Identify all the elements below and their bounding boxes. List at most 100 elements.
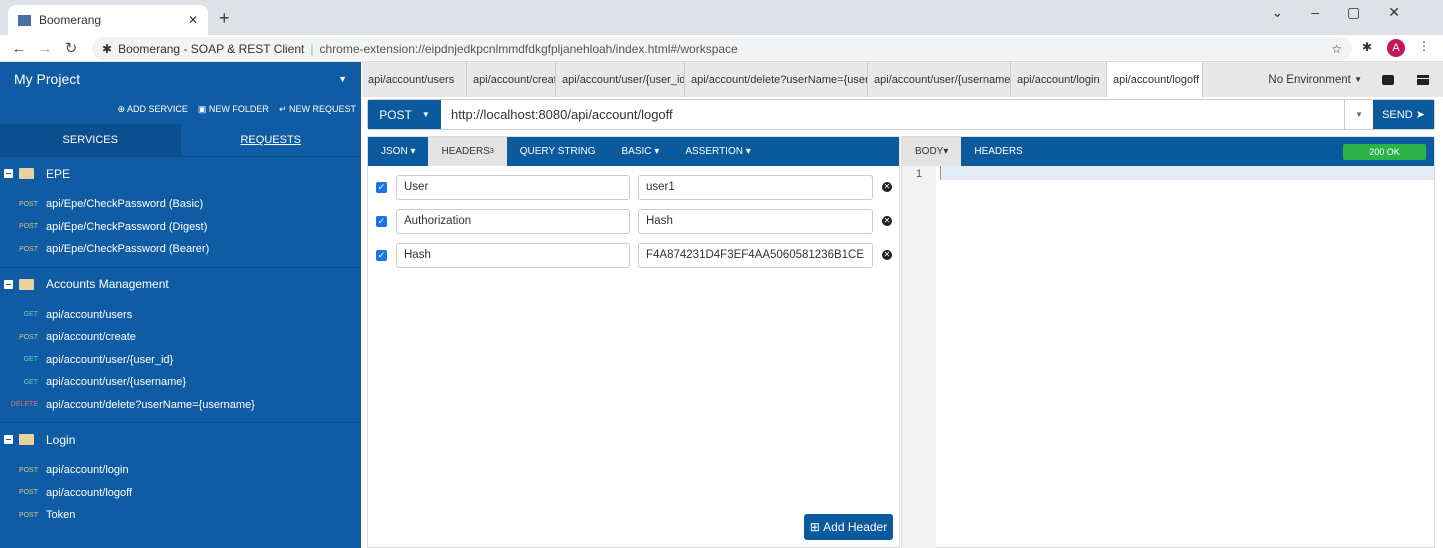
project-dropdown-icon[interactable]: ▼: [338, 74, 347, 84]
collapse-icon[interactable]: [4, 169, 13, 178]
header-enabled-checkbox[interactable]: ✓: [376, 249, 387, 261]
collapse-icon[interactable]: [4, 435, 13, 444]
window-controls[interactable]: ⌄–▢✕: [1272, 4, 1428, 21]
url-history-dropdown[interactable]: ▼: [1344, 100, 1373, 129]
request-tab[interactable]: api/account/create: [467, 62, 556, 97]
boomerang-favicon-icon: [18, 14, 31, 26]
browser-tabstrip: Boomerang ✕ + ⌄–▢✕: [0, 0, 1443, 35]
new-tab-icon[interactable]: +: [219, 8, 230, 29]
url-text: chrome-extension://eipdnjedkpcnlmmdfdkgf…: [319, 41, 738, 56]
remove-header-icon[interactable]: ✕: [882, 250, 892, 260]
status-badge: 200 OK: [1343, 143, 1426, 160]
header-value-input[interactable]: Hash: [638, 208, 873, 234]
close-tab-icon[interactable]: ✕: [188, 13, 198, 27]
header-row: ✓ Hash F4A874231D4F3EF4AA5060581236B1CE ✕: [368, 238, 899, 272]
extensions-icon[interactable]: ✱: [1362, 40, 1372, 54]
address-bar-row: ← → ↻ ✱ Boomerang - SOAP & REST Client |…: [0, 35, 1443, 62]
url-input[interactable]: http://localhost:8080/api/account/logoff: [441, 100, 1344, 129]
request-item[interactable]: POST api/Epe/CheckPassword (Basic): [0, 193, 361, 216]
sidebar: My Project ▼ ⊕ ADD SERVICE ▣ NEW FOLDER ↵…: [0, 62, 361, 548]
add-service-button[interactable]: ⊕ ADD SERVICE: [118, 104, 188, 115]
omnibox[interactable]: ✱ Boomerang - SOAP & REST Client | chrom…: [92, 37, 1352, 60]
tab-title: Boomerang: [39, 13, 102, 27]
method-badge: POST: [18, 223, 38, 231]
browser-tab[interactable]: Boomerang ✕: [8, 5, 208, 35]
method-badge: POST: [18, 245, 38, 253]
bookmark-star-icon[interactable]: ☆: [1331, 42, 1342, 56]
line-gutter: 1: [902, 166, 936, 548]
folder-login[interactable]: Login: [0, 422, 361, 456]
menu-icon[interactable]: ⋮: [1418, 39, 1430, 53]
tab-response-headers[interactable]: HEADERS: [961, 137, 1035, 166]
project-name[interactable]: My Project: [14, 71, 80, 87]
method-badge: DELETE: [10, 401, 38, 409]
method-badge: GET: [23, 356, 38, 364]
request-tab[interactable]: api/account/login: [1011, 62, 1107, 97]
header-value-input[interactable]: user1: [638, 174, 873, 200]
new-request-button[interactable]: ↵ NEW REQUEST: [279, 104, 356, 115]
tab-basic[interactable]: BASIC ▾: [609, 137, 673, 166]
tab-body[interactable]: BODY ▾: [902, 137, 962, 166]
folder-epe[interactable]: EPE: [0, 156, 361, 190]
request-item[interactable]: POST api/account/create: [0, 326, 361, 349]
header-enabled-checkbox[interactable]: ✓: [376, 215, 387, 227]
back-icon[interactable]: ←: [6, 40, 32, 57]
request-tab[interactable]: api/account/user/{username}: [868, 62, 1011, 97]
request-panel: JSON ▾ HEADERS 3 QUERY STRING BASIC ▾ ASS…: [367, 136, 900, 548]
method-select[interactable]: POST ▼: [368, 100, 441, 129]
chat-icon[interactable]: [1382, 74, 1394, 85]
header-row: ✓ Authorization Hash ✕: [368, 204, 899, 238]
tab-headers[interactable]: HEADERS 3: [428, 137, 507, 166]
tab-query-string[interactable]: QUERY STRING: [507, 137, 609, 166]
response-panel: BODY ▾ HEADERS 200 OK 1: [901, 136, 1435, 548]
remove-header-icon[interactable]: ✕: [882, 216, 892, 226]
remove-header-icon[interactable]: ✕: [882, 182, 892, 192]
method-badge: POST: [18, 333, 38, 341]
method-badge: POST: [18, 200, 38, 208]
header-key-input[interactable]: User: [396, 174, 630, 200]
request-tab[interactable]: api/account/user/{user_id}: [556, 62, 685, 97]
request-item[interactable]: GET api/account/user/{user_id}: [0, 349, 361, 372]
request-item[interactable]: POST api/Epe/CheckPassword (Bearer): [0, 238, 361, 261]
folder-icon: [19, 278, 34, 290]
request-item[interactable]: GET api/account/users: [0, 304, 361, 327]
request-item[interactable]: GET api/account/user/{username}: [0, 371, 361, 394]
reload-icon[interactable]: ↻: [58, 39, 84, 57]
request-item[interactable]: DELETE api/account/delete?userName={usern…: [0, 394, 361, 417]
request-item[interactable]: POST api/account/login: [0, 459, 361, 482]
tab-requests[interactable]: REQUESTS: [181, 124, 362, 156]
tab-services[interactable]: SERVICES: [0, 124, 181, 156]
method-badge: GET: [23, 378, 38, 386]
request-item[interactable]: POST api/Epe/CheckPassword (Digest): [0, 216, 361, 239]
avatar[interactable]: A: [1387, 39, 1405, 57]
layout-icon[interactable]: [1417, 74, 1429, 85]
request-item[interactable]: POST api/account/logoff: [0, 482, 361, 505]
tab-assertion[interactable]: ASSERTION ▾: [672, 137, 763, 166]
header-key-input[interactable]: Authorization: [396, 208, 630, 234]
request-tab[interactable]: api/account/users: [362, 62, 467, 97]
method-badge: POST: [18, 489, 38, 497]
folder-accounts-management[interactable]: Accounts Management: [0, 266, 361, 301]
request-tabs: api/account/users api/account/create api/a…: [362, 62, 1443, 97]
add-header-button[interactable]: ⊞ Add Header: [804, 514, 893, 540]
tab-json[interactable]: JSON ▾: [368, 137, 428, 166]
extension-icon: ✱: [102, 41, 113, 56]
request-tab[interactable]: api/account/delete?userName={username}: [685, 62, 868, 97]
collapse-icon[interactable]: [4, 279, 13, 289]
header-row: ✓ User user1 ✕: [368, 170, 899, 204]
response-body-editor[interactable]: [936, 166, 1434, 548]
send-button[interactable]: SEND ➤: [1373, 100, 1434, 129]
request-item[interactable]: POST Token: [0, 504, 361, 527]
request-tab[interactable]: api/account/logoff: [1107, 62, 1203, 97]
folder-icon: [19, 168, 34, 179]
forward-icon[interactable]: →: [32, 40, 58, 57]
site-name: Boomerang - SOAP & REST Client: [118, 41, 305, 56]
environment-select[interactable]: No Environment ▼: [1268, 62, 1382, 97]
method-badge: GET: [23, 311, 38, 319]
header-enabled-checkbox[interactable]: ✓: [376, 181, 387, 193]
method-badge: POST: [18, 466, 38, 474]
folder-icon: [19, 434, 34, 445]
header-value-input[interactable]: F4A874231D4F3EF4AA5060581236B1CE: [638, 242, 873, 268]
new-folder-button[interactable]: ▣ NEW FOLDER: [198, 104, 269, 115]
header-key-input[interactable]: Hash: [396, 242, 630, 268]
